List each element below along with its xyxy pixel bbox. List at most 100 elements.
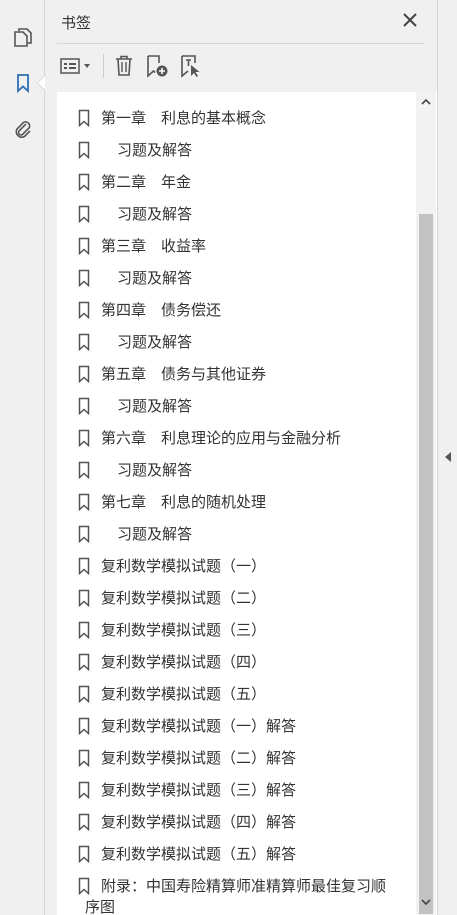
bookmark-label: 复利数学模拟试题（一） bbox=[101, 557, 267, 575]
bookmark-label: 第五章 债务与其他证券 bbox=[101, 365, 267, 383]
bookmark-icon bbox=[78, 845, 90, 863]
bookmark-icon bbox=[78, 621, 90, 639]
bookmark-label: 复利数学模拟试题（二）解答 bbox=[101, 749, 297, 767]
options-menu-button[interactable] bbox=[59, 52, 97, 80]
bookmark-label: 习题及解答 bbox=[117, 269, 193, 287]
navigation-rail bbox=[0, 0, 46, 915]
bookmark-icon bbox=[78, 173, 90, 191]
bookmark-item[interactable]: 复利数学模拟试题（一） bbox=[57, 550, 419, 582]
bookmark-item[interactable]: 习题及解答 bbox=[57, 326, 419, 358]
bookmark-icon bbox=[78, 205, 90, 223]
bookmark-item[interactable]: 习题及解答 bbox=[57, 262, 419, 294]
bookmark-icon bbox=[78, 813, 90, 831]
bookmark-label: 习题及解答 bbox=[117, 141, 193, 159]
bookmark-label: 复利数学模拟试题（五） bbox=[101, 685, 267, 703]
panel-header: 书签 bbox=[45, 0, 437, 44]
bookmark-icon bbox=[17, 74, 29, 94]
scroll-down-icon[interactable] bbox=[420, 896, 432, 908]
bookmark-item[interactable]: 习题及解答 bbox=[57, 390, 419, 422]
bookmark-label: 复利数学模拟试题（二） bbox=[101, 589, 267, 607]
attachments-button[interactable] bbox=[10, 116, 36, 142]
bookmark-list[interactable]: 第一章 利息的基本概念 习题及解答 第二章 年金 习题及解答 第三章 收益率 习… bbox=[57, 92, 437, 915]
bookmark-label: 习题及解答 bbox=[117, 461, 193, 479]
bookmark-icon bbox=[78, 365, 90, 383]
bookmark-label: 第二章 年金 bbox=[101, 173, 192, 191]
bookmark-icon bbox=[78, 301, 90, 319]
bookmarks-button[interactable] bbox=[10, 70, 36, 96]
bookmark-item[interactable]: 复利数学模拟试题（四）解答 bbox=[57, 806, 419, 838]
bookmark-icon bbox=[78, 461, 90, 479]
bookmark-label: 第六章 利息理论的应用与金融分析 bbox=[101, 429, 342, 447]
header-divider bbox=[57, 43, 425, 44]
toolbar-separator bbox=[103, 54, 104, 78]
delete-icon bbox=[116, 55, 132, 76]
bookmark-item[interactable]: 第七章 利息的随机处理 bbox=[57, 486, 419, 518]
bookmark-icon bbox=[78, 333, 90, 351]
new-bookmark-button[interactable] bbox=[143, 52, 171, 80]
bookmark-label: 复利数学模拟试题（四） bbox=[101, 653, 267, 671]
bookmark-label: 第一章 利息的基本概念 bbox=[101, 109, 267, 127]
bookmark-label: 习题及解答 bbox=[117, 397, 193, 415]
bookmark-icon bbox=[78, 429, 90, 447]
options-menu-icon bbox=[60, 58, 90, 74]
bookmark-item[interactable]: 习题及解答 bbox=[57, 198, 419, 230]
bookmark-item[interactable]: 复利数学模拟试题（四） bbox=[57, 646, 419, 678]
bookmark-icon bbox=[78, 685, 90, 703]
page-thumbnails-button[interactable] bbox=[10, 24, 36, 50]
panel-collapse-strip[interactable] bbox=[437, 0, 457, 915]
bookmark-label: 复利数学模拟试题（五）解答 bbox=[101, 845, 297, 863]
bookmark-item[interactable]: 第二章 年金 bbox=[57, 166, 419, 198]
bookmark-item[interactable]: 复利数学模拟试题（三） bbox=[57, 614, 419, 646]
bookmark-icon bbox=[78, 269, 90, 287]
bookmark-item[interactable]: 习题及解答 bbox=[57, 518, 419, 550]
bookmark-icon bbox=[78, 781, 90, 799]
bookmark-icon bbox=[78, 397, 90, 415]
bookmark-label: 习题及解答 bbox=[117, 525, 193, 543]
bookmark-label: 复利数学模拟试题（三） bbox=[101, 621, 267, 639]
bookmark-item[interactable]: 复利数学模拟试题（二） bbox=[57, 582, 419, 614]
pages-icon bbox=[14, 28, 32, 47]
bookmark-item[interactable]: 习题及解答 bbox=[57, 454, 419, 486]
bookmark-label-wrap: 序图 bbox=[85, 898, 116, 915]
bookmarks-toolbar bbox=[45, 46, 437, 86]
bookmark-item[interactable]: 习题及解答 bbox=[57, 134, 419, 166]
bookmark-icon bbox=[78, 589, 90, 607]
bookmark-item[interactable]: 复利数学模拟试题（二）解答 bbox=[57, 742, 419, 774]
close-icon bbox=[403, 13, 417, 27]
vertical-scrollbar[interactable] bbox=[416, 92, 436, 915]
bookmark-from-selection-button[interactable] bbox=[177, 52, 205, 80]
bookmark-item[interactable]: 附录：中国寿险精算师准精算师最佳复习顺 序图 bbox=[57, 870, 419, 915]
bookmark-icon bbox=[78, 109, 90, 127]
bookmark-item[interactable]: 第五章 债务与其他证券 bbox=[57, 358, 419, 390]
scroll-up-icon[interactable] bbox=[420, 96, 432, 108]
delete-bookmark-button[interactable] bbox=[111, 52, 137, 80]
bookmark-item[interactable]: 第四章 债务偿还 bbox=[57, 294, 419, 326]
bookmark-label: 第七章 利息的随机处理 bbox=[101, 493, 267, 511]
bookmark-icon bbox=[78, 717, 90, 735]
bookmark-icon bbox=[78, 141, 90, 159]
bookmark-item[interactable]: 复利数学模拟试题（三）解答 bbox=[57, 774, 419, 806]
bookmark-icon bbox=[78, 237, 90, 255]
bookmark-item[interactable]: 复利数学模拟试题（一）解答 bbox=[57, 710, 419, 742]
bookmark-item[interactable]: 复利数学模拟试题（五）解答 bbox=[57, 838, 419, 870]
collapse-arrow-icon[interactable] bbox=[445, 452, 451, 462]
bookmark-item[interactable]: 第六章 利息理论的应用与金融分析 bbox=[57, 422, 419, 454]
bookmark-label: 复利数学模拟试题（三）解答 bbox=[101, 781, 297, 799]
close-panel-button[interactable] bbox=[401, 11, 419, 29]
bookmark-icon bbox=[78, 493, 90, 511]
bookmarks-panel: 书签 第一章 利息的基本概念 习题及解答 第二章 年金 习题及解答 第三章 收益… bbox=[45, 0, 437, 915]
bookmark-label: 第三章 收益率 bbox=[101, 237, 207, 255]
bookmark-label: 习题及解答 bbox=[117, 333, 193, 351]
bookmark-icon bbox=[78, 877, 90, 895]
bookmark-icon bbox=[78, 525, 90, 543]
scroll-thumb[interactable] bbox=[419, 214, 433, 914]
bookmark-item[interactable]: 复利数学模拟试题（五） bbox=[57, 678, 419, 710]
bookmark-item[interactable]: 第一章 利息的基本概念 bbox=[57, 102, 419, 134]
attachment-icon bbox=[15, 121, 31, 138]
bookmark-from-selection-icon bbox=[181, 55, 200, 78]
new-bookmark-icon bbox=[147, 55, 168, 78]
bookmark-label: 复利数学模拟试题（四）解答 bbox=[101, 813, 297, 831]
bookmark-label: 习题及解答 bbox=[117, 205, 193, 223]
bookmark-label: 第四章 债务偿还 bbox=[101, 301, 222, 319]
bookmark-item[interactable]: 第三章 收益率 bbox=[57, 230, 419, 262]
